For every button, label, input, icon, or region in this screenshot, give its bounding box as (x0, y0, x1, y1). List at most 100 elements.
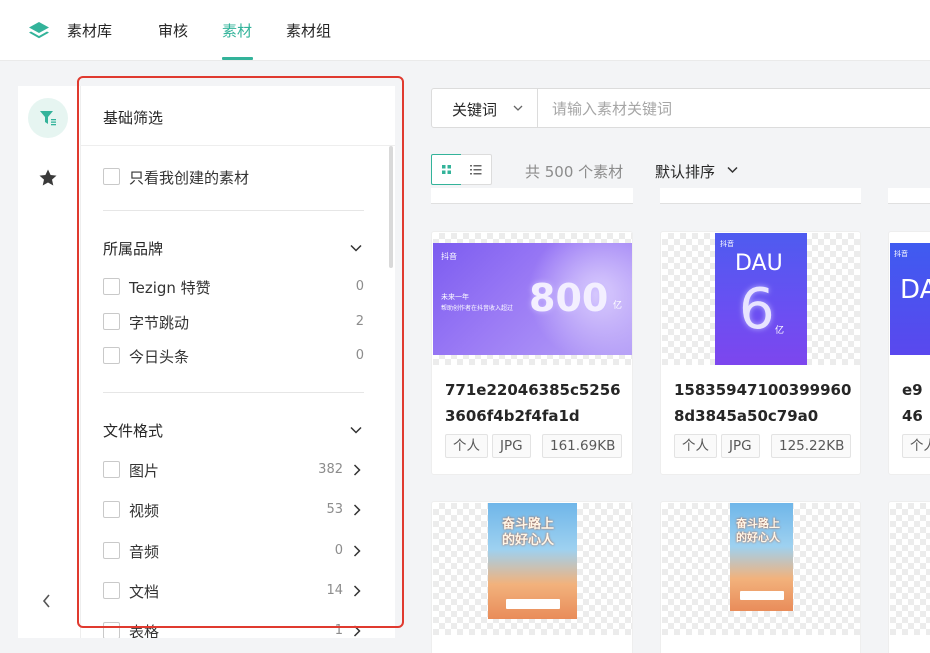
asset-thumbnail (890, 503, 930, 635)
chevron-down-icon[interactable] (726, 163, 739, 176)
asset-tag: 125.22KB (771, 434, 851, 458)
card-art-brand: 抖音 (441, 252, 457, 261)
format-checkbox[interactable] (103, 501, 120, 518)
search-input[interactable] (552, 97, 930, 121)
brand-checkbox[interactable] (103, 347, 120, 364)
filter-panel: 基础筛选 只看我创建的素材 所属品牌 Tezign 特赞 0 字节跳动 2 今日… (80, 86, 395, 638)
asset-tag: JPG (492, 434, 531, 458)
card-art-title: DAU (735, 251, 783, 276)
asset-card[interactable]: 抖音 DA e946e1 个人 (888, 231, 930, 475)
format-item-count: 0 (334, 543, 343, 558)
grid-view-button[interactable] (431, 154, 462, 185)
asset-card[interactable]: 抖音 未来一年 帮助创作者在抖音收入超过 800 亿 771e22046385c… (431, 231, 633, 475)
chevron-right-icon[interactable] (350, 624, 364, 638)
format-item-label[interactable]: 音频 (129, 541, 159, 562)
chevron-down-icon[interactable] (349, 241, 363, 255)
scrollbar[interactable] (389, 146, 393, 268)
only-mine-label[interactable]: 只看我创建的素材 (129, 167, 249, 188)
asset-card[interactable] (888, 501, 930, 653)
asset-card[interactable]: 奋斗路上 的好心人 (660, 501, 861, 653)
search-type-select[interactable]: 关键词 (452, 99, 497, 120)
divider (103, 210, 364, 211)
asset-tag: 161.69KB (542, 434, 622, 458)
asset-tag: 个人 (674, 434, 717, 458)
top-header: 素材库 审核 素材 素材组 (0, 0, 930, 61)
tab-assets[interactable]: 素材 (222, 20, 252, 41)
brand-item-label[interactable]: Tezign 特赞 (129, 277, 211, 298)
format-item-label[interactable]: 表格 (129, 621, 159, 638)
asset-image: 抖音 DAU 6 亿 (715, 233, 807, 365)
divider (103, 392, 364, 393)
tab-asset-groups[interactable]: 素材组 (286, 20, 331, 41)
divider (537, 89, 538, 127)
format-checkbox[interactable] (103, 582, 120, 599)
search-bar: 关键词 (431, 88, 930, 128)
brand-section-title[interactable]: 所属品牌 (103, 238, 163, 259)
chevron-down-icon[interactable] (512, 102, 524, 114)
asset-image: 奋斗路上 的好心人 (488, 503, 577, 619)
asset-name[interactable]: 771e22046385c52563606f4b2f4fa1d (445, 377, 625, 429)
asset-image: 抖音 DA (890, 243, 930, 355)
layers-logo-icon (29, 22, 49, 39)
chevron-right-icon[interactable] (350, 544, 364, 558)
format-item-count: 382 (318, 462, 343, 477)
asset-card-partial[interactable] (888, 188, 930, 204)
card-art-brand: 抖音 (894, 250, 908, 258)
chevron-right-icon[interactable] (350, 584, 364, 598)
list-view-button[interactable] (461, 154, 492, 185)
grid-icon (442, 165, 451, 174)
card-art-number: 6 (739, 277, 775, 342)
active-tab-indicator (222, 57, 253, 60)
filter-icon (40, 111, 56, 126)
asset-card[interactable]: 奋斗路上 的好心人 (431, 501, 633, 653)
star-icon[interactable] (38, 168, 58, 188)
asset-tag: 个人 (445, 434, 488, 458)
chevron-left-icon[interactable] (40, 592, 54, 610)
brand-item-count: 0 (355, 348, 364, 363)
asset-tag: JPG (721, 434, 760, 458)
filter-panel-title: 基础筛选 (103, 109, 164, 127)
brand-item-label[interactable]: 今日头条 (129, 346, 189, 367)
format-item-label[interactable]: 视频 (129, 500, 159, 521)
card-art-text: 未来一年 (441, 293, 469, 301)
asset-image: 奋斗路上 的好心人 (730, 503, 793, 611)
brand-checkbox[interactable] (103, 313, 120, 330)
asset-card-partial[interactable] (660, 188, 861, 204)
left-rail (18, 86, 80, 638)
format-item-count: 14 (326, 583, 343, 598)
card-art-title: 奋斗路上 的好心人 (502, 517, 555, 548)
format-checkbox[interactable] (103, 542, 120, 559)
only-mine-checkbox[interactable] (103, 168, 120, 185)
format-section-title[interactable]: 文件格式 (103, 420, 163, 441)
card-art-number: 800 (529, 276, 609, 320)
asset-card-partial[interactable] (431, 188, 633, 204)
sort-select[interactable]: 默认排序 (655, 161, 715, 182)
format-checkbox[interactable] (103, 622, 120, 638)
chevron-down-icon[interactable] (349, 423, 363, 437)
format-item-count: 53 (326, 502, 343, 517)
app-name[interactable]: 素材库 (67, 20, 112, 41)
card-art-unit: 亿 (775, 326, 785, 336)
brand-checkbox[interactable] (103, 278, 120, 295)
asset-tag: 个人 (902, 434, 930, 458)
format-item-label[interactable]: 文档 (129, 581, 159, 602)
tab-review[interactable]: 审核 (158, 20, 188, 41)
list-icon (470, 165, 482, 175)
brand-item-count: 2 (355, 314, 364, 329)
card-art-unit: 亿 (613, 301, 623, 311)
card-art-title: DA (900, 275, 930, 305)
chevron-right-icon[interactable] (350, 503, 364, 517)
chevron-right-icon[interactable] (350, 463, 364, 477)
card-art-title: 奋斗路上 的好心人 (736, 517, 780, 544)
divider (81, 145, 395, 146)
format-checkbox[interactable] (103, 461, 120, 478)
asset-card[interactable]: 抖音 DAU 6 亿 158359471003999608d3845a50c79… (660, 231, 861, 475)
total-count: 共 500 个素材 (525, 163, 624, 181)
asset-image: 抖音 未来一年 帮助创作者在抖音收入超过 800 亿 (433, 243, 632, 355)
asset-name[interactable]: 158359471003999608d3845a50c79a0 (674, 377, 854, 429)
format-item-count: 1 (334, 623, 343, 638)
brand-item-label[interactable]: 字节跳动 (129, 312, 189, 333)
format-item-label[interactable]: 图片 (129, 460, 159, 481)
card-art-brand: 抖音 (720, 240, 734, 248)
filter-rail-button[interactable] (28, 98, 68, 138)
